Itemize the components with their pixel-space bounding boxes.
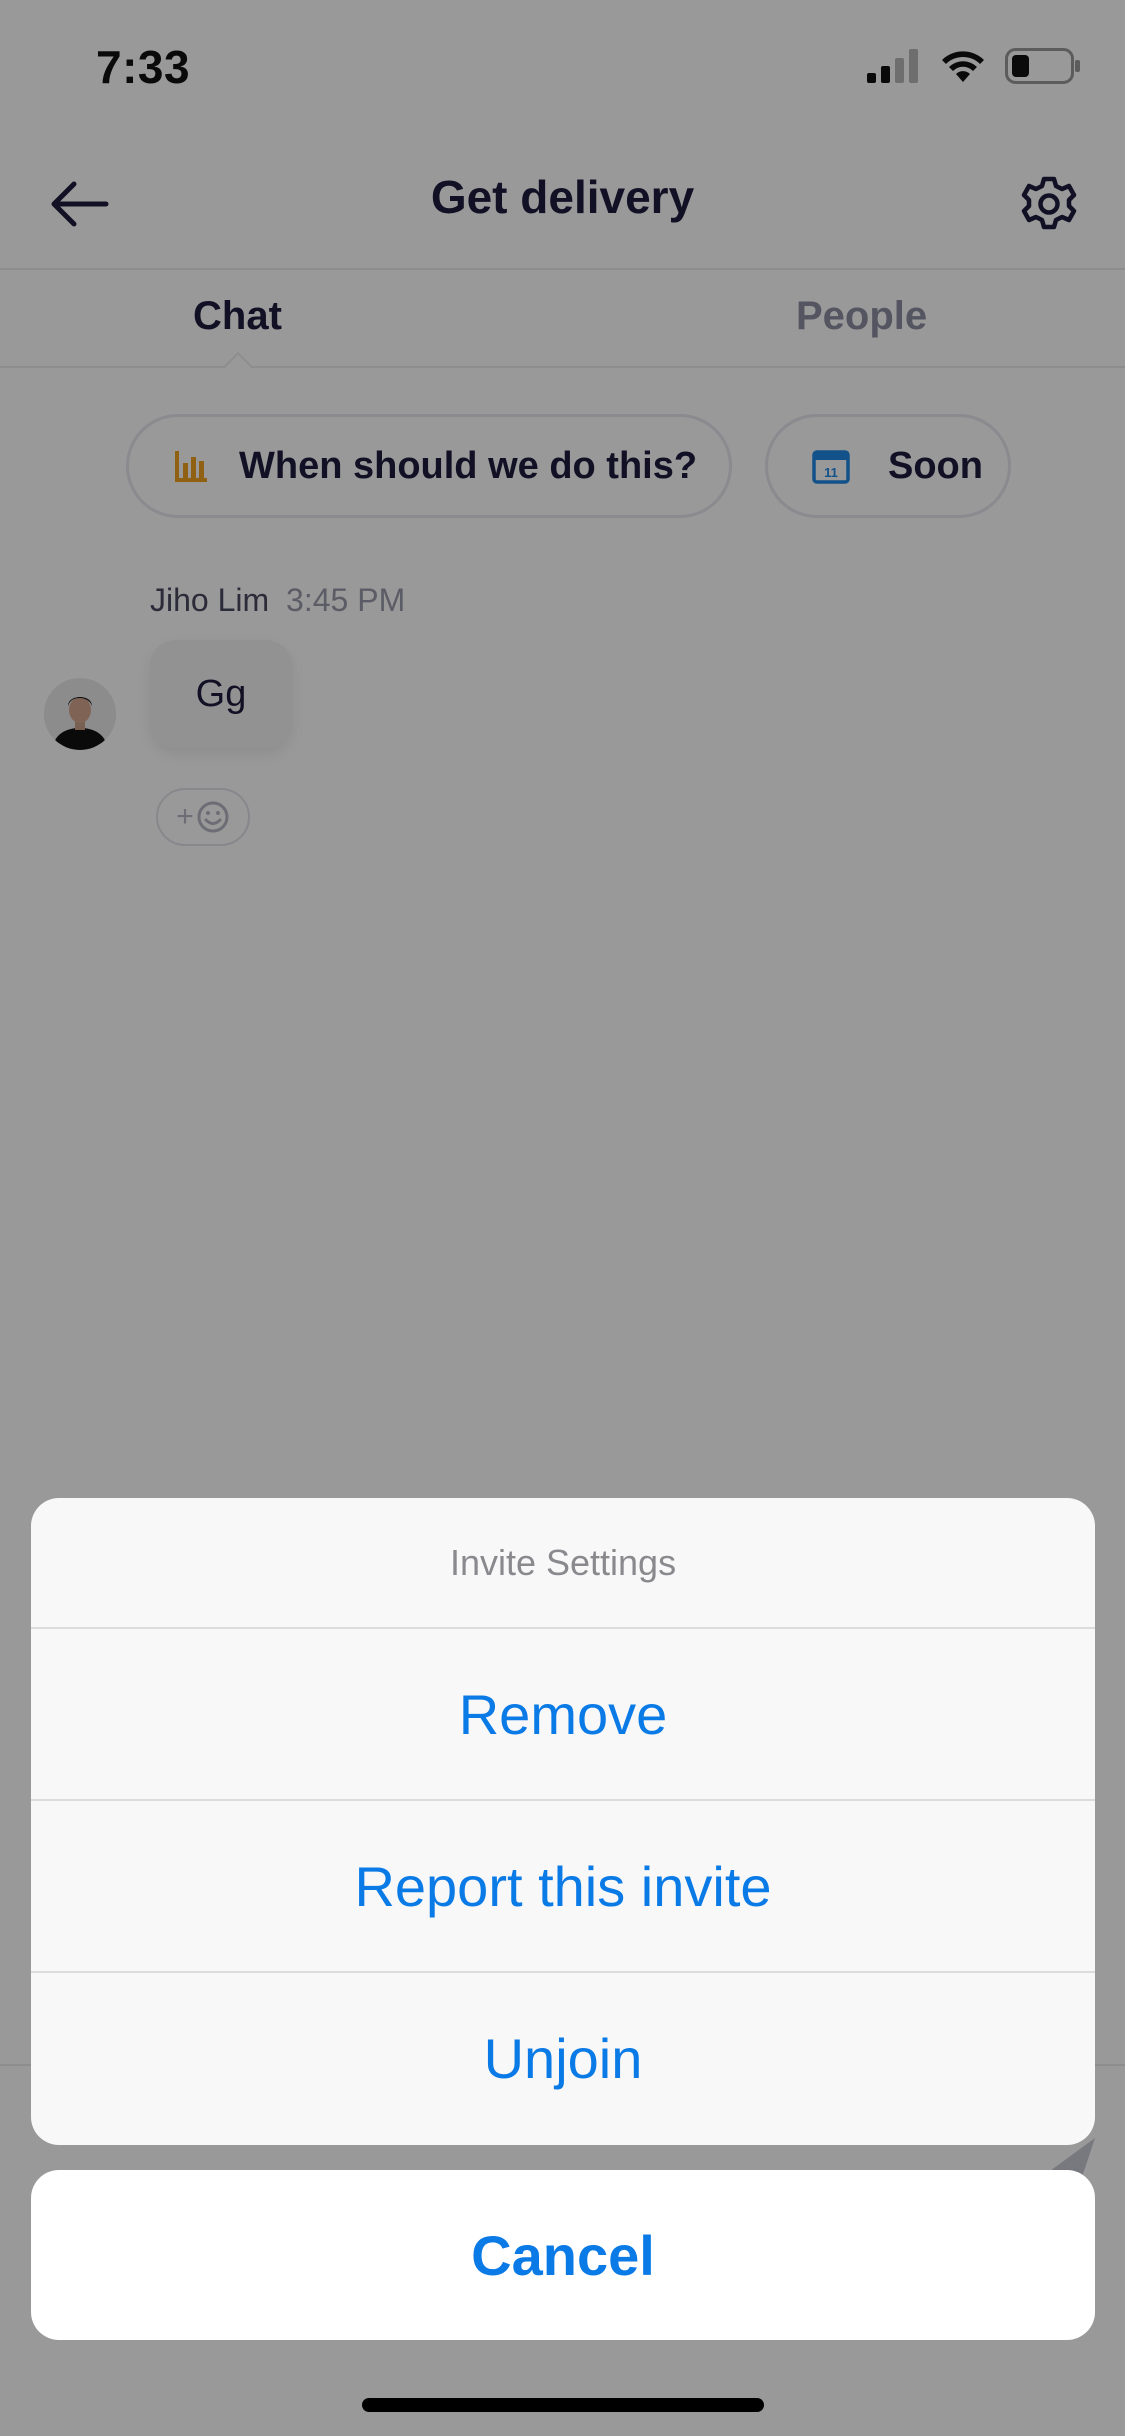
action-sheet: Invite Settings Remove Report this invit… [31, 1498, 1095, 2145]
home-indicator [362, 2398, 764, 2412]
remove-button[interactable]: Remove [31, 1629, 1095, 1801]
report-invite-button[interactable]: Report this invite [31, 1801, 1095, 1973]
action-sheet-title: Invite Settings [31, 1498, 1095, 1629]
cancel-button[interactable]: Cancel [31, 2170, 1095, 2340]
unjoin-button[interactable]: Unjoin [31, 1973, 1095, 2143]
